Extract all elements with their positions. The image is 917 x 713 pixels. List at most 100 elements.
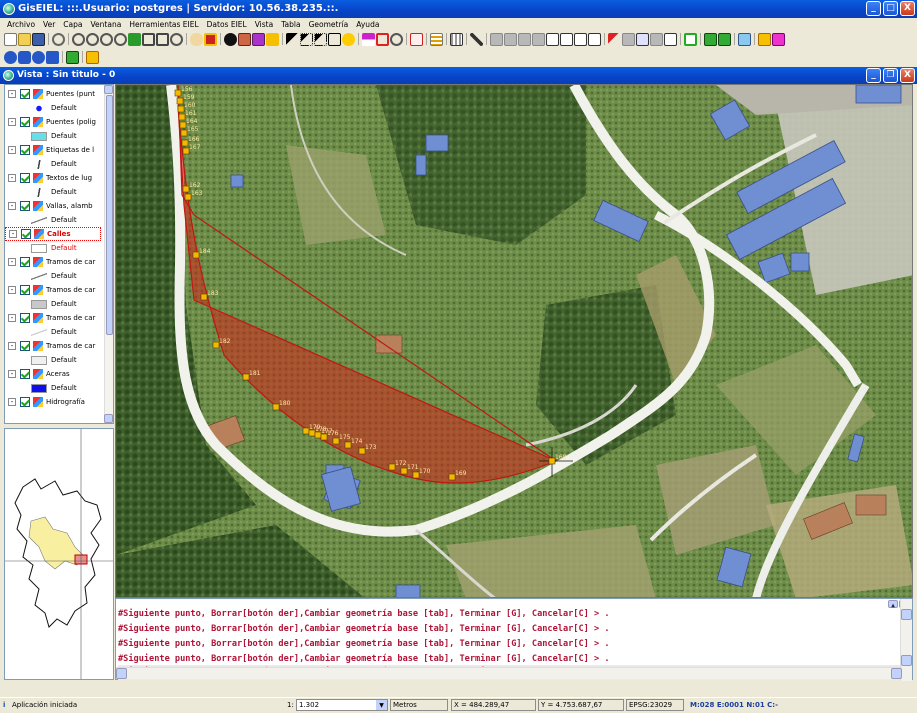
info-icon[interactable] [224, 32, 237, 46]
console-hscroll[interactable] [116, 667, 902, 679]
collapse-toggle-icon[interactable]: - [8, 286, 16, 294]
zoom-select-icon[interactable] [156, 32, 169, 46]
scroll-down-icon[interactable] [104, 414, 113, 423]
layer-visibility-checkbox[interactable] [20, 285, 30, 295]
edit-disabled-3-icon[interactable] [518, 32, 531, 46]
select-by-rect-icon[interactable] [376, 32, 389, 46]
edit-vertex-icon[interactable] [608, 32, 621, 46]
layer-row[interactable]: - Aceras [5, 367, 70, 381]
layer-visibility-checkbox[interactable] [20, 369, 30, 379]
collapse-toggle-icon[interactable]: - [9, 230, 17, 238]
edit-disabled-4-icon[interactable] [532, 32, 545, 46]
collapse-toggle-icon[interactable]: - [8, 314, 16, 322]
route-icon[interactable] [18, 50, 31, 64]
layer-row[interactable]: - Hidrografía [5, 395, 85, 409]
layer-visibility-checkbox[interactable] [20, 89, 30, 99]
menu-archivo[interactable]: Archivo [3, 18, 39, 31]
zoom-all-icon[interactable] [128, 32, 141, 46]
layer-visibility-checkbox[interactable] [20, 145, 30, 155]
layer-row[interactable]: - Tramos de car [5, 311, 95, 325]
copy-icon[interactable] [758, 32, 771, 46]
table-icon[interactable] [430, 32, 443, 46]
insert-line-icon[interactable] [560, 32, 573, 46]
scroll-up-icon[interactable] [104, 85, 113, 94]
overview-map[interactable] [4, 428, 114, 680]
legend-scroll-thumb[interactable] [106, 95, 113, 335]
vista-maximize-button[interactable]: ❐ [883, 68, 898, 83]
edit-disabled-2-icon[interactable] [504, 32, 517, 46]
console-scroll-down-icon[interactable] [901, 655, 912, 666]
grid-icon[interactable] [450, 32, 463, 46]
layer-row[interactable]: - Tramos de car [5, 339, 95, 353]
locate-icon[interactable] [4, 50, 17, 64]
vista-close-button[interactable]: X [900, 68, 915, 83]
select-circle-icon[interactable] [342, 32, 355, 46]
insert-polygon-icon[interactable] [574, 32, 587, 46]
layer-row[interactable]: - Puentes (punt [5, 87, 95, 101]
insert-polyline-icon[interactable] [588, 32, 601, 46]
measure-icon[interactable] [238, 32, 251, 46]
layer-visibility-checkbox[interactable] [20, 117, 30, 127]
select-arrow-icon[interactable] [286, 32, 299, 46]
menu-herramientas-eiel[interactable]: Herramientas EIEL [125, 18, 202, 31]
filter-icon[interactable] [362, 32, 375, 46]
tools-icon[interactable] [470, 32, 483, 46]
map-view[interactable]: 156 159 160 161 164 165 166 167 162 163 184 183 182 1… [115, 84, 913, 598]
menu-datos-eiel[interactable]: Datos EIEL [203, 18, 251, 31]
area-icon[interactable] [252, 32, 265, 46]
collapse-toggle-icon[interactable]: - [8, 370, 16, 378]
map-canvas[interactable]: 156159160161164165 166167 162163 184 183 182 1… [116, 85, 913, 598]
collapse-toggle-icon[interactable]: - [8, 398, 16, 406]
network-icon[interactable] [46, 50, 59, 64]
console-scroll-up-icon[interactable] [901, 609, 912, 620]
layer-visibility-checkbox[interactable] [20, 341, 30, 351]
console-scroll-left-icon[interactable] [116, 668, 127, 679]
collapse-toggle-icon[interactable]: - [8, 118, 16, 126]
pan-hand-icon[interactable] [190, 32, 203, 46]
select-area-icon[interactable] [328, 32, 341, 46]
layer-visibility-checkbox[interactable] [20, 173, 30, 183]
zoom-previous-icon[interactable] [114, 32, 127, 46]
paste-icon[interactable] [772, 32, 785, 46]
collapse-toggle-icon[interactable]: - [8, 146, 16, 154]
layer-visibility-checkbox[interactable] [20, 201, 30, 211]
console-scroll-right-icon[interactable] [891, 668, 902, 679]
vista-minimize-button[interactable]: _ [866, 68, 881, 83]
select-polygon-icon[interactable] [314, 32, 327, 46]
menu-geometria[interactable]: Geometría [305, 18, 353, 31]
legend-scrollbar[interactable] [104, 85, 113, 423]
menu-capa[interactable]: Capa [59, 18, 86, 31]
edit-disabled-5-icon[interactable] [622, 32, 635, 46]
layer-row[interactable]: - Vallas, alamb [5, 199, 93, 213]
layer-row[interactable]: - Tramos de car [5, 283, 95, 297]
collapse-toggle-icon[interactable]: - [8, 90, 16, 98]
print-icon[interactable] [738, 32, 751, 46]
maximize-button[interactable]: □ [883, 1, 898, 16]
menu-ver[interactable]: Ver [39, 18, 59, 31]
menu-vista[interactable]: Vista [251, 18, 278, 31]
hyperlink-icon[interactable] [266, 32, 279, 46]
layer-row[interactable]: - Calles [5, 227, 101, 241]
refresh-icon[interactable] [204, 32, 217, 46]
zoom-out-icon[interactable] [86, 32, 99, 46]
edit-disabled-6-icon[interactable] [650, 32, 663, 46]
collapse-toggle-icon[interactable]: - [8, 202, 16, 210]
layer-visibility-checkbox[interactable] [20, 313, 30, 323]
new-file-icon[interactable] [4, 32, 17, 46]
layer-visibility-checkbox[interactable] [20, 397, 30, 407]
edit-select-icon[interactable] [636, 32, 649, 46]
menu-ayuda[interactable]: Ayuda [352, 18, 383, 31]
collapse-toggle-icon[interactable]: - [8, 342, 16, 350]
zoom-layer-icon[interactable] [170, 32, 183, 46]
layer-visibility-checkbox[interactable] [20, 257, 30, 267]
layers-icon[interactable] [52, 32, 65, 46]
collapse-toggle-icon[interactable]: - [8, 174, 16, 182]
layer-row[interactable]: - Tramos de car [5, 255, 95, 269]
edit-disabled-1-icon[interactable] [490, 32, 503, 46]
layer-row[interactable]: - Textos de lug [5, 171, 92, 185]
open-folder-icon[interactable] [18, 32, 31, 46]
chevron-down-icon[interactable]: ▼ [376, 700, 387, 710]
zoom-extents-icon[interactable] [142, 32, 155, 46]
clear-selection-icon[interactable] [410, 32, 423, 46]
command-console[interactable]: ▲ ▼ #Siguiente punto, Borrar[botón der],… [115, 598, 913, 681]
